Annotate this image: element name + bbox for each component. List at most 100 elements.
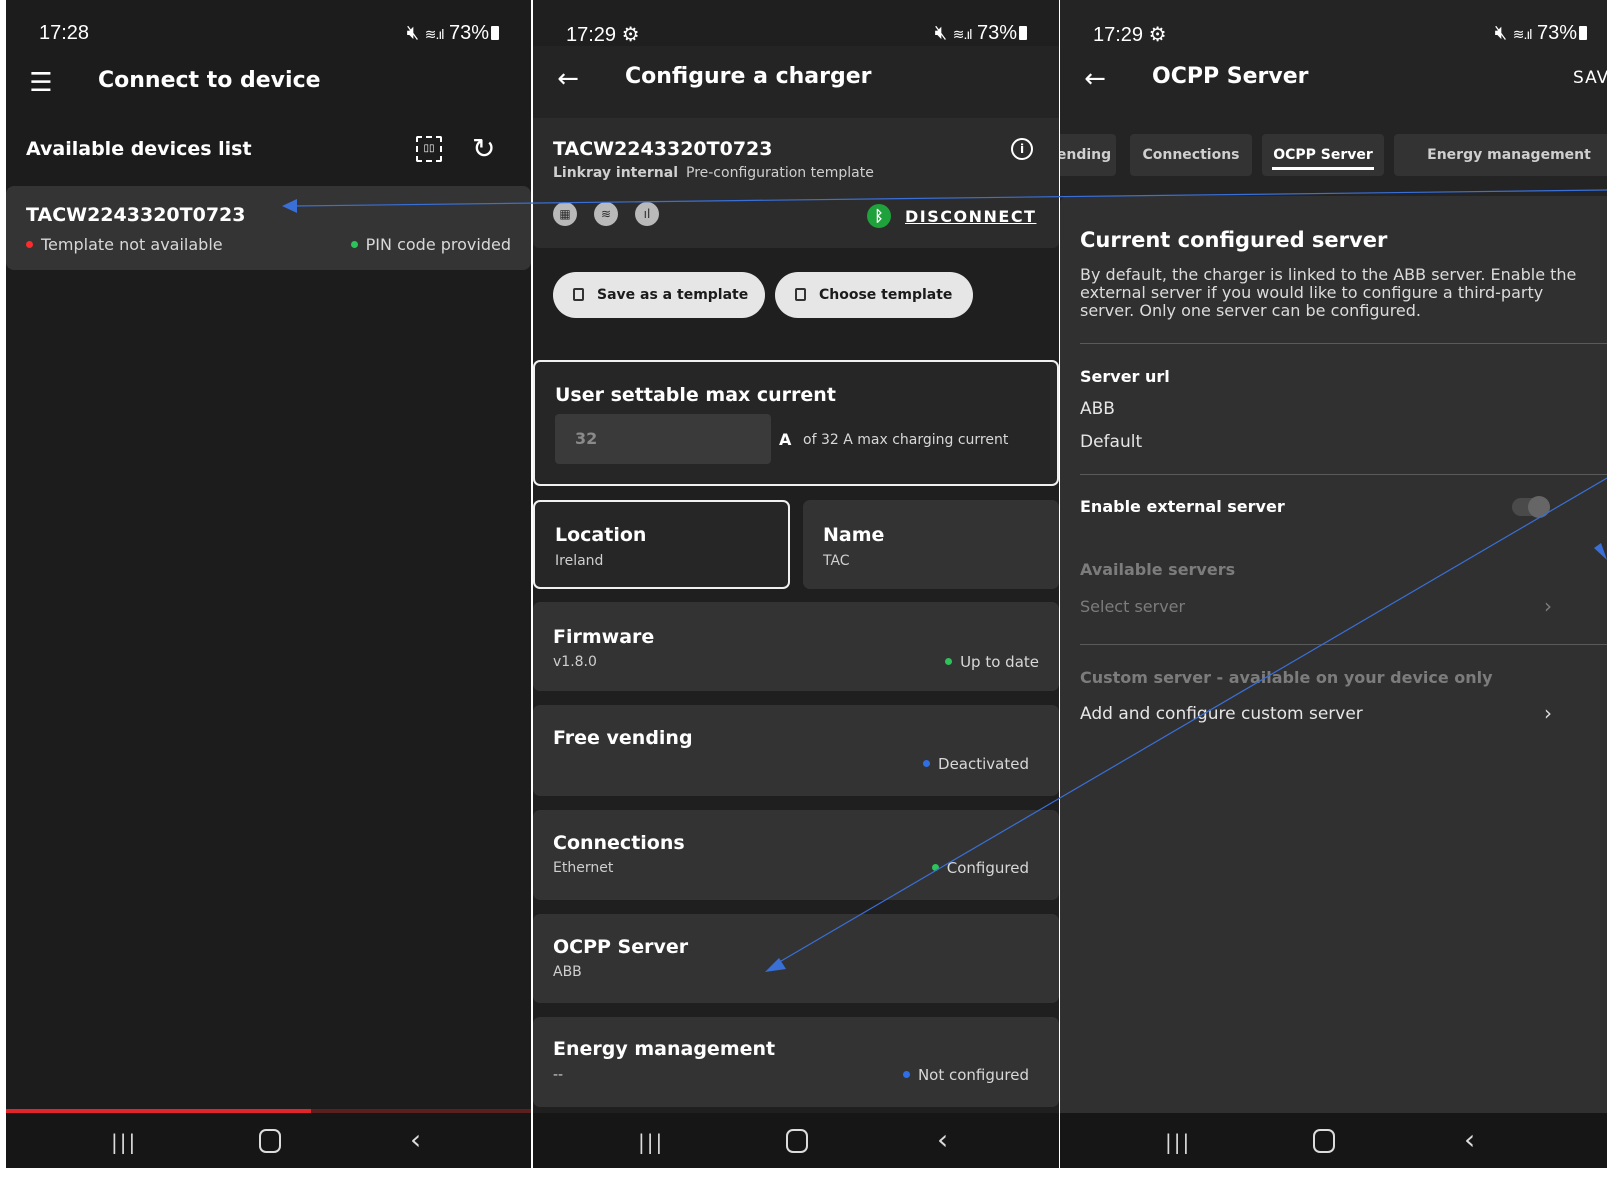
back-arrow-icon[interactable]: ← (1082, 66, 1108, 92)
status-dot-red-icon (26, 241, 33, 248)
status-time: 17:29 ⚙︎ (1093, 24, 1167, 46)
tab-ocpp-server[interactable]: OCPP Server (1262, 134, 1384, 176)
ocpp-value: ABB (553, 964, 582, 980)
available-servers-label: Available servers (1080, 560, 1236, 579)
device-subtitle: Linkray internal Pre-configuration templa… (553, 165, 874, 181)
status-time: 17:29 ⚙︎ (566, 24, 640, 46)
status-time: 17:28 (39, 22, 90, 44)
home-icon[interactable] (1313, 1129, 1335, 1153)
energy-value: -- (553, 1067, 564, 1083)
app-bar: ← Configure a charger (533, 46, 1059, 118)
ocpp-server-card[interactable]: OCPP Server ABB (533, 914, 1059, 1003)
custom-server-label: Custom server - available on your device… (1080, 668, 1493, 687)
active-tab-indicator (1272, 167, 1374, 170)
server-description: By default, the charger is linked to the… (1080, 265, 1577, 320)
ethernet-icon: ▦ (553, 202, 577, 226)
chevron-right-icon: › (1544, 594, 1552, 618)
ocpp-title: OCPP Server (553, 936, 689, 958)
home-icon[interactable] (786, 1129, 808, 1153)
wifi-icon: ≋ (594, 202, 618, 226)
battery-icon (1579, 26, 1587, 40)
wifi-signal-icon: ≋.ıl (952, 26, 973, 42)
system-nav-bar: ||| ‹ (6, 1113, 531, 1168)
wifi-signal-icon: ≋.ıl (424, 26, 445, 42)
system-nav-bar: ||| ‹ (1060, 1113, 1607, 1168)
devices-list-header: Available devices list (26, 138, 252, 160)
divider (1080, 343, 1607, 344)
screen-ocpp-server: 17:29 ⚙︎ 🔇︎ ≋.ıl 73% ← OCPP Server SAV E … (1060, 0, 1607, 1168)
enable-external-label: Enable external server (1080, 497, 1285, 516)
current-server-heading: Current configured server (1080, 228, 1388, 252)
tab-energy-management[interactable]: Energy management (1394, 134, 1607, 176)
floppy-icon (573, 288, 584, 301)
server-url-label: Server url (1080, 367, 1170, 386)
app-bar: ☰ Connect to device (6, 50, 531, 120)
info-icon[interactable]: i (1011, 138, 1033, 160)
add-custom-server-row[interactable]: Add and configure custom server (1080, 704, 1363, 724)
back-nav-icon[interactable]: ‹ (1464, 1123, 1475, 1156)
page-title: Connect to device (98, 68, 321, 93)
menu-icon[interactable]: ☰ (28, 70, 54, 96)
energy-management-card[interactable]: Energy management -- Not configured (533, 1017, 1059, 1107)
status-icons: 🔇︎ ≋.ıl 73% (407, 22, 499, 45)
status-dot-blue-icon (902, 1071, 910, 1078)
back-arrow-icon[interactable]: ← (555, 66, 581, 92)
mute-icon: 🔇︎ (934, 22, 948, 44)
location-value: Ireland (555, 553, 604, 569)
save-as-template-button[interactable]: Save as a template (553, 272, 765, 318)
back-nav-icon[interactable]: ‹ (410, 1123, 421, 1156)
device-list-item[interactable]: TACW2243320T0723 Template not available … (6, 186, 531, 270)
name-title: Name (823, 524, 885, 546)
page-title: OCPP Server (1152, 64, 1309, 89)
ocpp-settings-sheet: Current configured server By default, th… (1060, 196, 1607, 1113)
app-bar: ← OCPP Server SAVE (1060, 46, 1607, 116)
screen-configure-charger: 17:29 ⚙︎ 🔇︎ ≋.ıl 73% ← Configure a charg… (533, 0, 1059, 1168)
max-current-note: of 32 A max charging current (803, 432, 1009, 448)
page-title: Configure a charger (625, 64, 872, 89)
location-card[interactable]: Location Ireland (533, 500, 790, 589)
divider (1080, 474, 1607, 475)
tab-free-vending[interactable]: ending (1060, 134, 1116, 176)
status-icons: 🔇︎ ≋.ıl 73% (1495, 22, 1587, 45)
recent-apps-icon[interactable]: ||| (638, 1130, 664, 1154)
home-icon[interactable] (259, 1129, 281, 1153)
connections-value: Ethernet (553, 860, 614, 876)
name-value: TAC (823, 553, 850, 569)
system-nav-bar: ||| ‹ (533, 1113, 1059, 1168)
mute-icon: 🔇︎ (406, 22, 420, 44)
firmware-card[interactable]: Firmware v1.8.0 Up to date (533, 602, 1059, 691)
back-nav-icon[interactable]: ‹ (937, 1123, 948, 1156)
status-dot-green-icon (931, 864, 939, 871)
toggle-knob (1528, 496, 1550, 518)
select-server-row[interactable]: Select server (1080, 597, 1185, 616)
max-current-unit: A (779, 430, 792, 449)
disconnect-button[interactable]: DISCONNECT (905, 207, 1036, 226)
max-current-input[interactable]: 32 (555, 414, 771, 464)
tab-connections[interactable]: Connections (1130, 134, 1252, 176)
free-vending-card[interactable]: Free vending Deactivated (533, 705, 1059, 796)
connections-status: Configured (931, 859, 1029, 877)
status-bar: 17:29 ⚙︎ 🔇︎ ≋.ıl 73% (1060, 16, 1607, 50)
firmware-version: v1.8.0 (553, 654, 597, 670)
refresh-icon[interactable]: ↻ (472, 132, 495, 165)
free-vending-title: Free vending (553, 727, 693, 749)
firmware-title: Firmware (553, 626, 655, 648)
chevron-right-icon: › (1544, 701, 1552, 725)
battery-icon (491, 26, 499, 40)
name-card[interactable]: Name TAC (803, 500, 1059, 589)
location-title: Location (555, 524, 647, 546)
choose-template-button[interactable]: Choose template (775, 272, 973, 318)
qr-scan-icon[interactable]: ▯▯ (416, 136, 442, 162)
mute-icon: 🔇︎ (1494, 22, 1508, 44)
enable-external-toggle[interactable] (1512, 496, 1550, 518)
battery-level: 73% (448, 22, 489, 44)
connections-title: Connections (553, 832, 685, 854)
firmware-status: Up to date (945, 653, 1039, 671)
max-current-card: User settable max current 32 A of 32 A m… (533, 360, 1059, 486)
connections-card[interactable]: Connections Ethernet Configured (533, 810, 1059, 900)
save-button[interactable]: SAVE (1573, 68, 1607, 88)
recent-apps-icon[interactable]: ||| (111, 1130, 137, 1154)
status-dot-green-icon (945, 658, 953, 665)
recent-apps-icon[interactable]: ||| (1165, 1130, 1191, 1154)
energy-title: Energy management (553, 1038, 776, 1060)
